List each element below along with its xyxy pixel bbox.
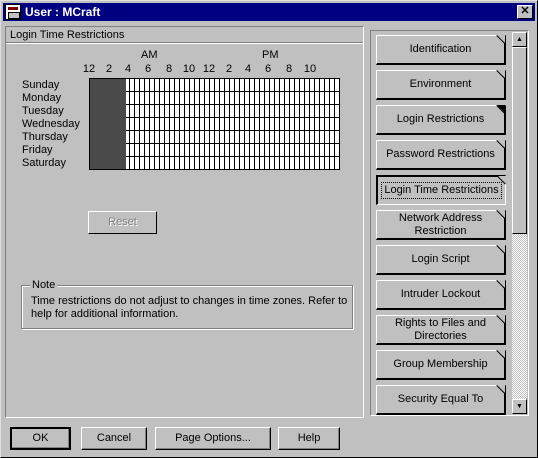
hour-label: 2: [225, 63, 233, 75]
hour-label: 12: [82, 63, 96, 75]
page-button-label: Intruder Lockout: [400, 288, 481, 300]
day-label-monday: Monday: [22, 92, 62, 104]
note-group: Note Time restrictions do not adjust to …: [21, 279, 353, 329]
page-button-login-script[interactable]: Login Script: [376, 245, 506, 275]
page-corner-icon: [497, 105, 505, 113]
scroll-down-icon[interactable]: ▼: [512, 399, 527, 414]
page-button-group-membership[interactable]: Group Membership: [376, 350, 506, 380]
page-corner-icon: [497, 140, 505, 148]
page-button-label: Security Equal To: [397, 393, 484, 405]
hour-label: 6: [264, 63, 272, 75]
page-button-label: Login Time Restrictions: [381, 182, 502, 199]
page-corner-icon: [497, 70, 505, 78]
day-label-friday: Friday: [22, 144, 53, 156]
user-dialog-window: User : MCraft ✕ Login Time Restrictions …: [0, 0, 538, 458]
day-label-saturday: Saturday: [22, 157, 67, 169]
panel-divider: [6, 42, 363, 44]
page-corner-icon: [497, 315, 505, 323]
panel-title: Login Time Restrictions: [10, 29, 125, 41]
page-button-password-restrictions[interactable]: Password Restrictions: [376, 140, 506, 170]
app-icon: [5, 4, 21, 20]
page-corner-icon: [497, 245, 505, 253]
page-options-button[interactable]: Page Options...: [155, 427, 271, 450]
page-button-label: Rights to Files and Directories: [394, 316, 487, 342]
page-corner-icon: [497, 280, 505, 288]
hour-label: 10: [303, 63, 317, 75]
hour-label: 12: [202, 63, 216, 75]
page-button-identification[interactable]: Identification: [376, 35, 506, 65]
hour-label: 8: [285, 63, 293, 75]
day-label-wednesday: Wednesday: [22, 118, 80, 130]
hour-label: 10: [182, 63, 196, 75]
ok-button[interactable]: OK: [10, 427, 71, 450]
page-corner-icon: [497, 350, 505, 358]
page-button-label: Identification: [409, 43, 472, 55]
day-label-tuesday: Tuesday: [22, 105, 64, 117]
page-button-label: Environment: [409, 78, 472, 90]
page-button-login-time-restrictions[interactable]: Login Time Restrictions: [376, 175, 506, 205]
pm-label: PM: [262, 49, 279, 61]
scroll-thumb[interactable]: [512, 47, 527, 234]
page-button-intruder-lockout[interactable]: Intruder Lockout: [376, 280, 506, 310]
page-corner-icon: [498, 176, 506, 184]
time-restriction-grid[interactable]: [89, 78, 340, 170]
page-corner-icon: [497, 35, 505, 43]
page-button-label: Login Restrictions: [396, 113, 485, 125]
page-button-login-restrictions[interactable]: Login Restrictions: [376, 105, 506, 135]
scroll-up-icon[interactable]: ▲: [512, 32, 527, 47]
hour-label: 2: [105, 63, 113, 75]
hour-label: 8: [165, 63, 173, 75]
page-button-label: Network Address Restriction: [398, 211, 483, 237]
note-text: Time restrictions do not adjust to chang…: [31, 295, 348, 320]
hour-label: 6: [144, 63, 152, 75]
hour-label: 4: [124, 63, 132, 75]
close-button[interactable]: ✕: [517, 5, 533, 19]
help-button[interactable]: Help: [278, 427, 340, 450]
page-corner-icon: [497, 385, 505, 393]
hour-label: 4: [244, 63, 252, 75]
page-list-scrollbar[interactable]: ▲ ▼: [512, 32, 527, 414]
page-button-environment[interactable]: Environment: [376, 70, 506, 100]
page-button-label: Password Restrictions: [386, 148, 495, 160]
window-title: User : MCraft: [25, 5, 101, 19]
login-time-restrictions-panel: Login Time Restrictions AM PM 12 2 4 6 8…: [5, 26, 364, 418]
page-corner-icon: [497, 210, 505, 218]
page-button-label: Group Membership: [393, 358, 488, 370]
day-label-thursday: Thursday: [22, 131, 68, 143]
reset-button[interactable]: Reset: [88, 211, 157, 234]
note-legend: Note: [30, 279, 58, 291]
page-selector-panel: Identification Environment Login Restric…: [370, 30, 529, 416]
cancel-button[interactable]: Cancel: [81, 427, 147, 450]
page-button-rights-to-files[interactable]: Rights to Files and Directories: [376, 315, 506, 345]
day-label-sunday: Sunday: [22, 79, 60, 91]
page-button-security-equal-to[interactable]: Security Equal To: [376, 385, 506, 415]
page-button-label: Login Script: [411, 253, 470, 265]
am-label: AM: [141, 49, 158, 61]
title-bar[interactable]: User : MCraft ✕: [3, 3, 535, 21]
page-button-network-address-restriction[interactable]: Network Address Restriction: [376, 210, 506, 240]
